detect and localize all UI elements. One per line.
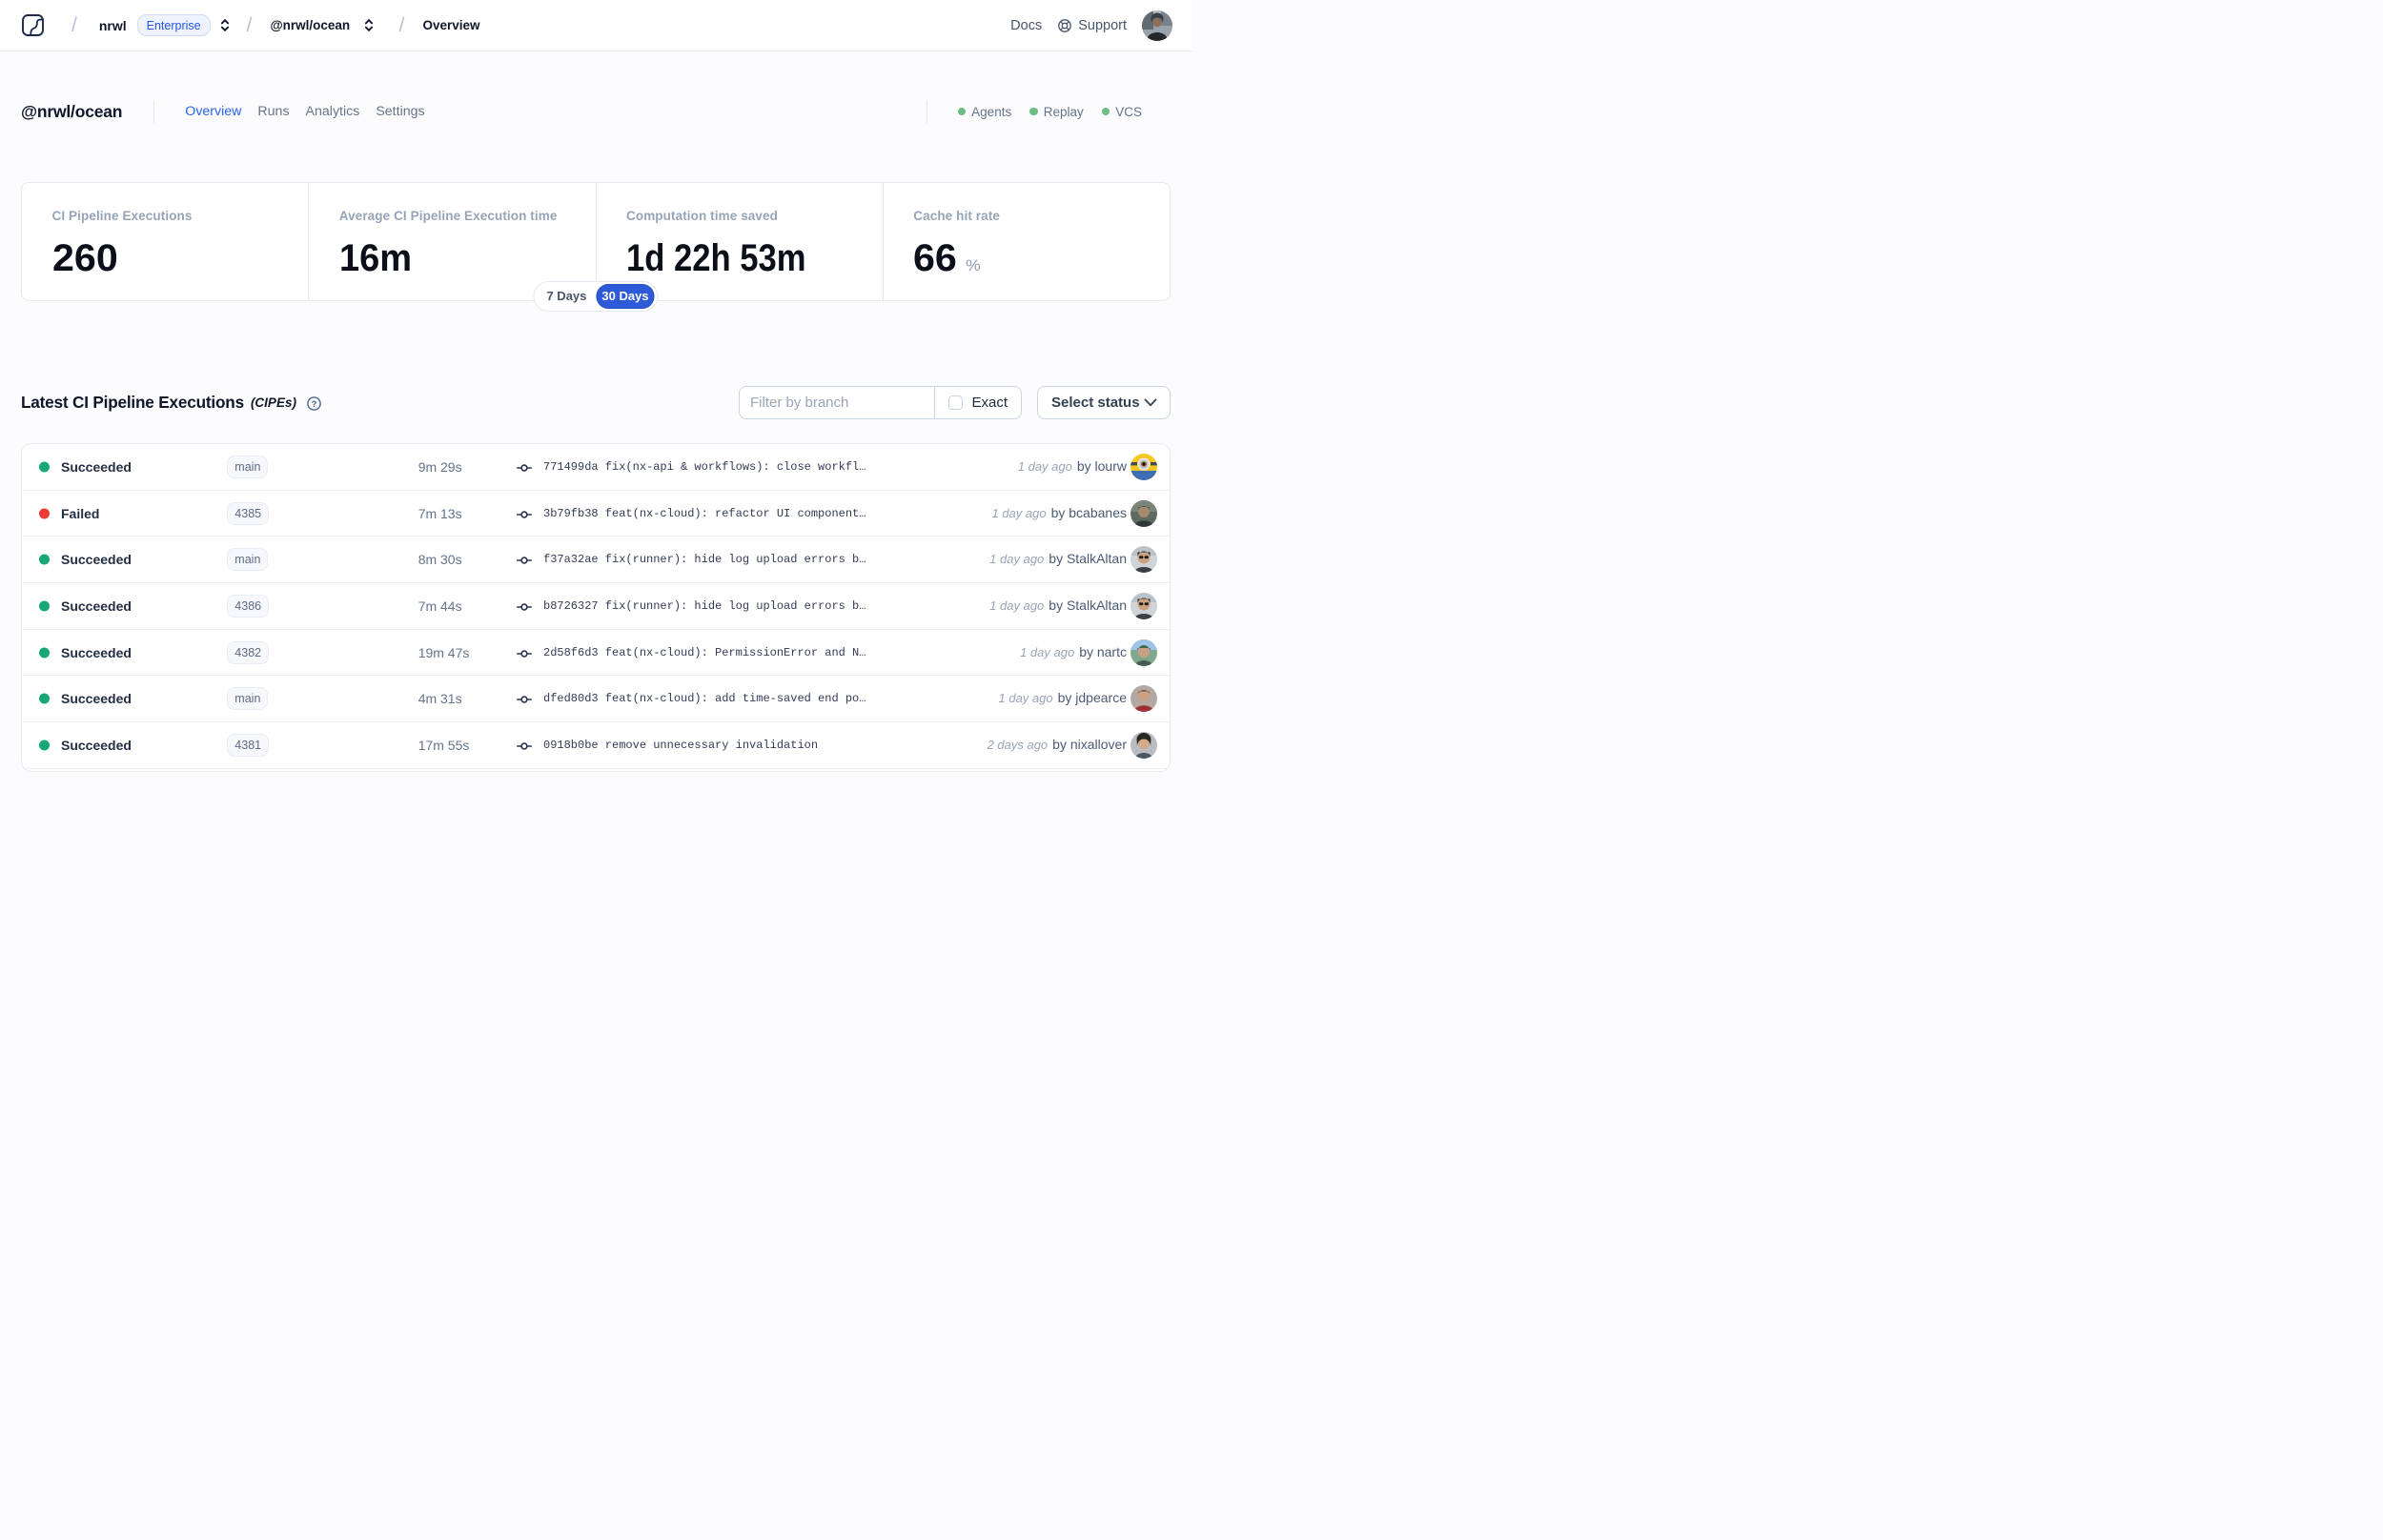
svg-text:?: ? [312,398,317,409]
